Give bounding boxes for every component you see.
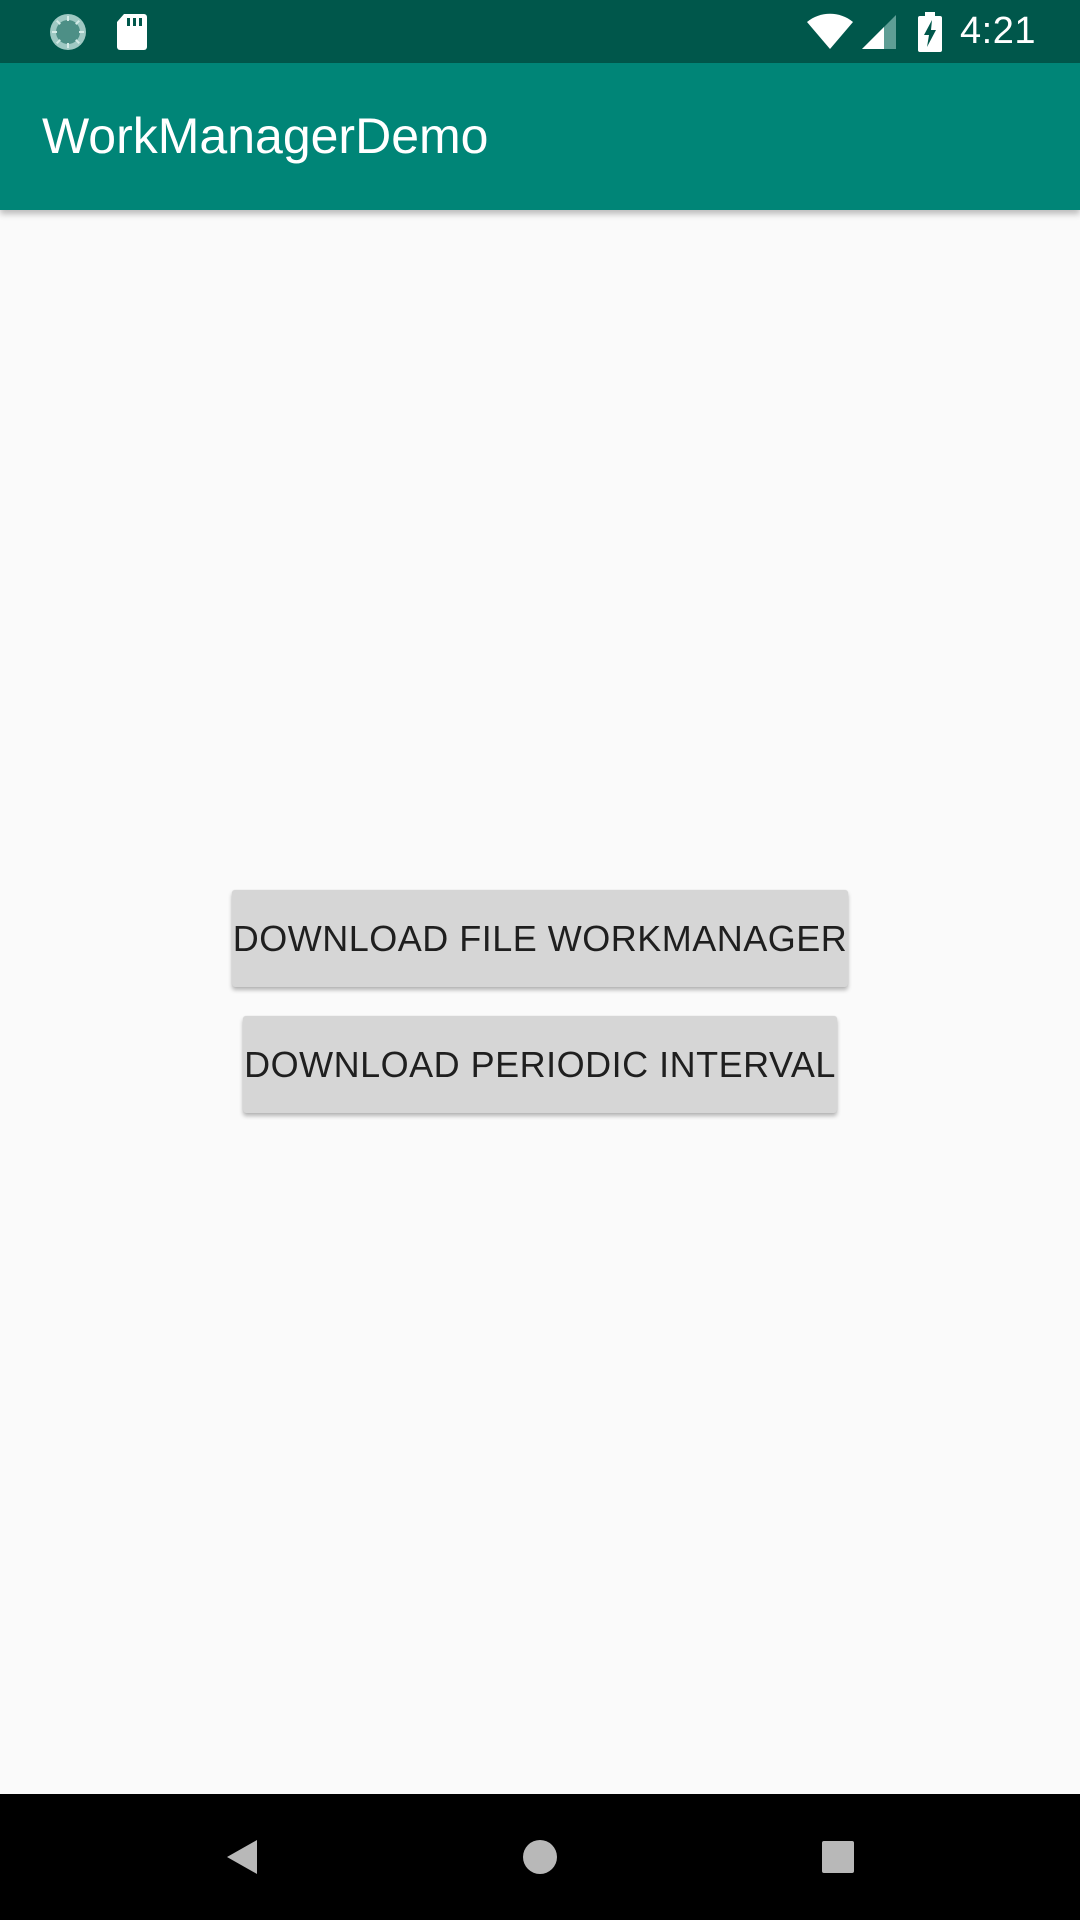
sync-icon (44, 0, 92, 63)
status-bar: 4:21 (0, 0, 1080, 63)
status-time: 4:21 (960, 10, 1036, 52)
status-right-group: 4:21 (806, 0, 1080, 63)
cell-signal-icon (860, 13, 898, 51)
download-periodic-interval-button[interactable]: DOWNLOAD PERIODIC INTERVAL (243, 1016, 837, 1113)
home-icon[interactable] (480, 1794, 600, 1920)
download-file-workmanager-button[interactable]: DOWNLOAD FILE WORKMANAGER (232, 890, 848, 987)
app-title: WorkManagerDemo (42, 108, 489, 164)
app-bar: WorkManagerDemo (0, 63, 1080, 210)
main-content: DOWNLOAD FILE WORKMANAGER DOWNLOAD PERIO… (0, 210, 1080, 1794)
navigation-bar (0, 1794, 1080, 1920)
wifi-icon (806, 13, 854, 51)
recents-icon[interactable] (778, 1794, 898, 1920)
battery-charging-icon (918, 11, 943, 52)
sd-card-icon (114, 0, 150, 63)
back-icon[interactable] (181, 1794, 301, 1920)
